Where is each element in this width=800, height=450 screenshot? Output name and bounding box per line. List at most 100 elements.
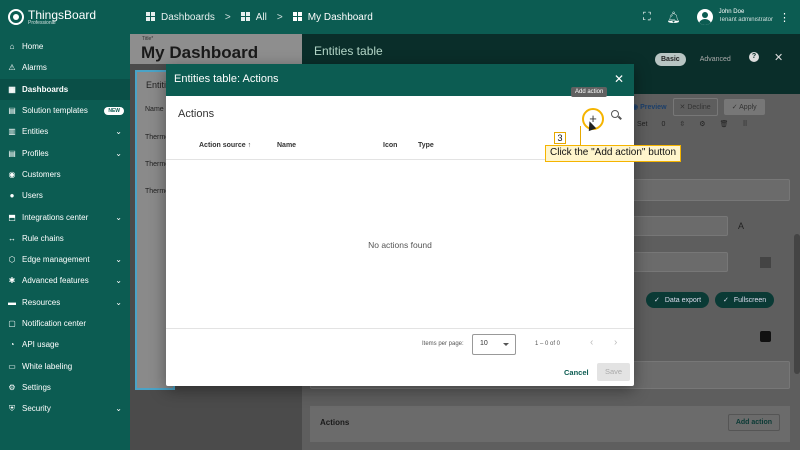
tab-advanced[interactable]: Advanced (694, 53, 737, 66)
chevron-down-icon: ⌄ (115, 276, 122, 286)
color-swatch[interactable] (760, 331, 771, 342)
chevron-down-icon: ⌄ (115, 404, 122, 414)
apply-button[interactable]: ✓ Apply (723, 99, 765, 115)
sidebar-item-label: Dashboards (22, 84, 69, 94)
more-vert-icon[interactable]: ⋮ (779, 11, 790, 24)
pagination-range: 1 – 0 of 0 (535, 341, 561, 347)
color-swatch[interactable] (760, 257, 771, 268)
profiles-icon: ▤ (8, 148, 16, 158)
column-header-name[interactable]: Name (277, 142, 296, 149)
breadcrumb-all[interactable]: All (240, 11, 267, 23)
top-bar: ThingsBoard Professional Dashboards > Al… (0, 0, 800, 34)
notifications-bell-icon[interactable]: 🔔︎ (667, 11, 681, 24)
breadcrumb-dashboards[interactable]: Dashboards (146, 12, 215, 23)
dialog-title: Entities table: Actions (174, 73, 279, 85)
settings-icon[interactable]: ⚙ (699, 120, 705, 128)
column-header-label: Action source (199, 142, 246, 149)
fullscreen-icon[interactable]: ⛶ (643, 11, 651, 24)
sidebar-item-white-labeling[interactable]: ▭ White labeling (0, 355, 130, 376)
callout-text: Click the "Add action" button (545, 145, 682, 162)
breadcrumb-label: All (255, 11, 267, 23)
security-icon: ⛨ (9, 403, 15, 413)
dashboards-icon (146, 12, 156, 22)
sidebar-item-label: Integrations center (22, 212, 89, 222)
page-title[interactable]: My Dashboard (141, 43, 258, 63)
entities-icon: ▥ (8, 127, 16, 137)
items-per-page-value: 10 (480, 340, 488, 347)
dashboard-header: Title* My Dashboard (130, 34, 302, 64)
sidebar-item-rule-chains[interactable]: ↔ Rule chains (0, 228, 130, 249)
sidebar-item-label: Rule chains (22, 233, 64, 243)
actions-section-label: Actions (320, 418, 350, 427)
user-menu[interactable]: John Doe Tenant administrator ⋮ (696, 9, 790, 25)
apply-label: Apply (739, 104, 757, 111)
breadcrumb-my-dashboard: My Dashboard (292, 12, 373, 23)
chip-fullscreen[interactable]: ✓ Fullscreen (715, 292, 775, 308)
stepper-icon[interactable]: ⇳ (679, 120, 685, 128)
chevron-down-icon: ⌄ (115, 148, 122, 158)
chip-label: Data export (664, 296, 702, 304)
search-icon[interactable] (610, 109, 622, 121)
empty-state-message: No actions found (368, 240, 432, 250)
divider (166, 328, 634, 329)
sidebar-item-dashboards[interactable]: ▦ Dashboards (0, 78, 130, 100)
sort-arrow-up-icon: ↑ (247, 142, 252, 149)
actions-dialog: Entities table: Actions ✕ Add action Act… (166, 64, 634, 386)
sidebar-item-settings[interactable]: ⚙ Settings (0, 377, 130, 398)
dialog-header: Entities table: Actions ✕ (166, 64, 634, 96)
sidebar-item-home[interactable]: ⌂ Home (0, 36, 130, 57)
sidebar-item-solution-templates[interactable]: ▤ Solution templates NEW (0, 100, 130, 121)
sidebar: ⌂ Home ⚠ Alarms ▦ Dashboards ▤ Solution templat… (0, 34, 130, 450)
actions-section: Actions Add action (310, 406, 790, 442)
sidebar-item-label: Edge management (22, 255, 90, 265)
decline-label: Decline (687, 104, 711, 111)
column-header-type[interactable]: Type (418, 142, 434, 149)
text-format-icon[interactable]: A (738, 221, 744, 231)
column-header-name: Name (145, 106, 164, 113)
set-value[interactable]: 0 (662, 121, 666, 128)
previous-page-icon[interactable]: ‹ (590, 337, 593, 348)
dialog-subtitle: Actions (178, 108, 215, 120)
drag-handle-icon[interactable]: ⠿ (742, 120, 747, 128)
sidebar-item-resources[interactable]: ▬ Resources ⌄ (0, 292, 130, 313)
add-action-button[interactable]: Add action (727, 414, 780, 431)
help-icon[interactable]: ? (749, 52, 759, 62)
column-header-action-source[interactable]: Action source ↑ (199, 142, 251, 149)
sidebar-item-label: Notification center (22, 319, 87, 328)
preview-button[interactable]: ◉ Preview (632, 103, 667, 111)
solution-templates-icon: ▤ (8, 106, 16, 116)
sidebar-item-customers[interactable]: ◉ Customers (0, 164, 130, 185)
api-usage-icon: ◔ (9, 340, 15, 350)
rule-chains-icon: ↔ (8, 233, 16, 243)
sidebar-item-security[interactable]: ⛨ Security ⌄ (0, 398, 130, 419)
sidebar-item-users[interactable]: ● Users (0, 185, 130, 206)
sidebar-item-api-usage[interactable]: ◔ API usage (0, 334, 130, 355)
sidebar-item-alarms[interactable]: ⚠ Alarms (0, 57, 130, 78)
next-page-icon[interactable]: › (614, 337, 617, 348)
chip-data-export[interactable]: ✓ Data export (646, 292, 710, 308)
new-badge: NEW (104, 106, 124, 115)
preview-label: Preview (640, 104, 667, 111)
scrollbar[interactable] (794, 234, 800, 374)
white-labeling-icon: ▭ (8, 361, 16, 371)
sidebar-item-label: API usage (22, 340, 59, 350)
sidebar-item-integrations-center[interactable]: ⬒ Integrations center ⌄ (0, 206, 130, 227)
cancel-button[interactable]: Cancel (564, 368, 589, 377)
items-per-page-select[interactable]: 10 (472, 334, 516, 355)
sidebar-item-label: Settings (22, 382, 51, 392)
delete-icon[interactable]: 🗑︎ (720, 120, 729, 128)
sidebar-item-notification-center[interactable]: ▢ Notification center (0, 313, 130, 334)
sidebar-item-edge-management[interactable]: ⬡ Edge management ⌄ (0, 249, 130, 270)
chevron-down-icon: ⌄ (115, 212, 122, 222)
sidebar-item-advanced-features[interactable]: ✱ Advanced features ⌄ (0, 270, 130, 291)
sidebar-item-label: Resources (22, 297, 61, 307)
sidebar-item-label: Advanced features (22, 276, 89, 286)
close-icon[interactable]: ✕ (774, 51, 783, 64)
logo[interactable]: ThingsBoard Professional (0, 9, 130, 26)
decline-button[interactable]: ✕ Decline (672, 98, 718, 116)
tab-basic[interactable]: Basic (655, 53, 686, 66)
save-button[interactable]: Save (597, 363, 630, 381)
sidebar-item-profiles[interactable]: ▤ Profiles ⌄ (0, 142, 130, 163)
close-icon[interactable]: ✕ (614, 72, 624, 86)
sidebar-item-entities[interactable]: ▥ Entities ⌄ (0, 121, 130, 142)
